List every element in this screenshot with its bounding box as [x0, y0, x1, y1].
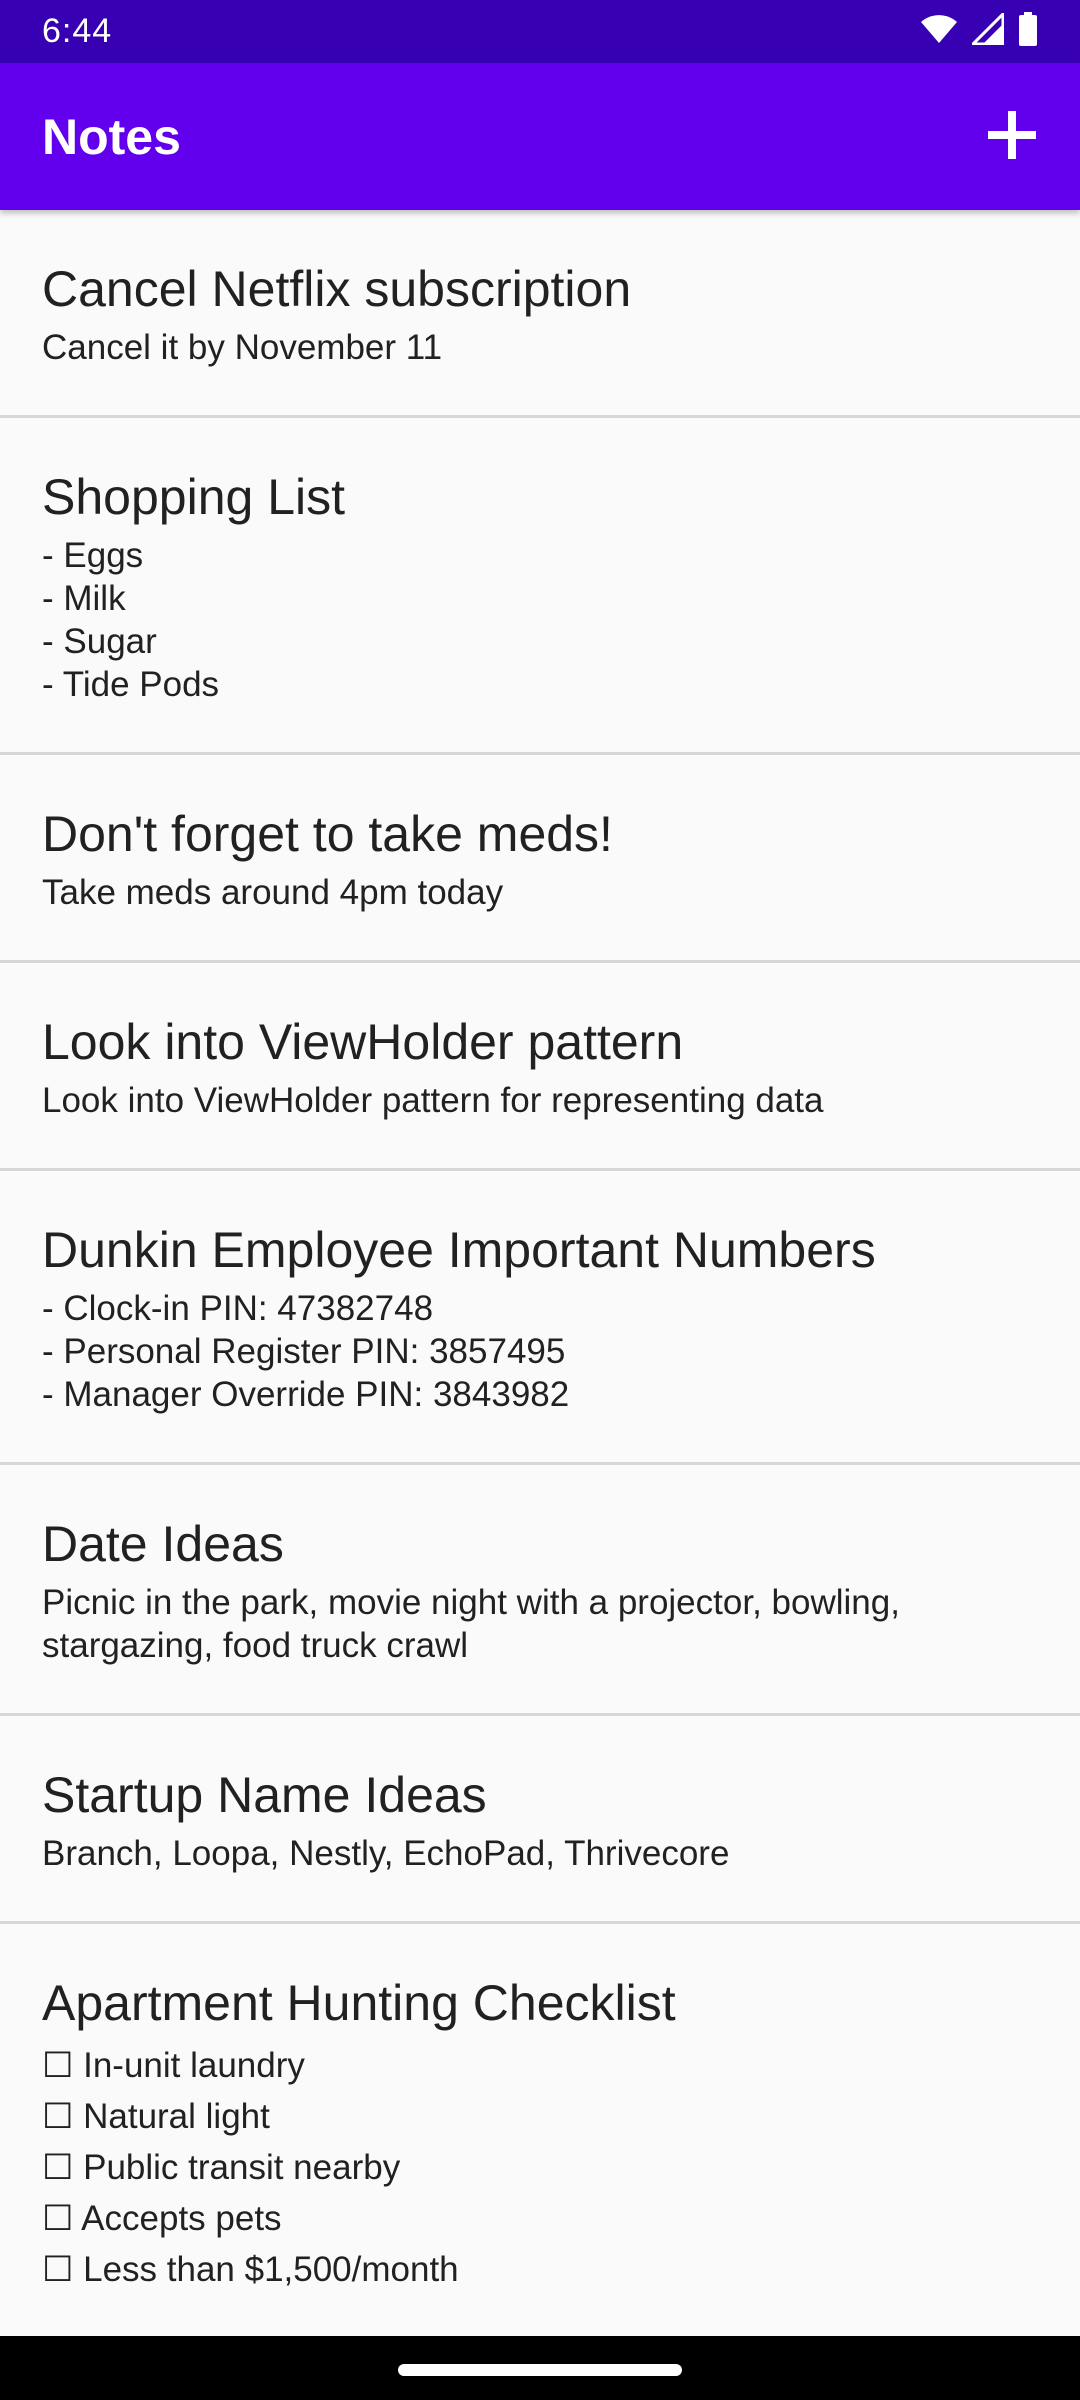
note-item[interactable]: Look into ViewHolder pattern Look into V…	[0, 963, 1080, 1171]
note-body: Look into ViewHolder pattern for represe…	[42, 1081, 824, 1120]
add-note-button[interactable]	[974, 99, 1050, 175]
note-title: Apartment Hunting Checklist	[42, 1975, 676, 2031]
plus-icon	[986, 109, 1038, 166]
note-body: Cancel it by November 11	[42, 328, 443, 367]
notes-list[interactable]: Cancel Netflix subscription Cancel it by…	[0, 210, 1080, 2336]
note-item[interactable]: Cancel Netflix subscription Cancel it by…	[0, 210, 1080, 418]
navigation-bar	[0, 2336, 1080, 2400]
note-title: Don't forget to take meds!	[42, 806, 613, 862]
status-icons	[920, 9, 1038, 51]
home-gesture-handle[interactable]	[398, 2364, 682, 2376]
note-title: Cancel Netflix subscription	[42, 261, 632, 317]
note-item[interactable]: Dunkin Employee Important Numbers - Cloc…	[0, 1171, 1080, 1465]
note-item[interactable]: Shopping List - Eggs - Milk - Sugar - Ti…	[0, 418, 1080, 755]
status-time: 6:44	[42, 12, 113, 50]
note-title: Date Ideas	[42, 1516, 284, 1572]
cellular-signal-icon	[969, 9, 1005, 50]
note-body: - Eggs - Milk - Sugar - Tide Pods	[42, 536, 220, 704]
note-item[interactable]: Don't forget to take meds! Take meds aro…	[0, 755, 1080, 963]
app-bar: Notes	[0, 63, 1080, 210]
note-title: Startup Name Ideas	[42, 1767, 487, 1823]
note-item[interactable]: Date Ideas Picnic in the park, movie nig…	[0, 1465, 1080, 1716]
status-bar: 6:44	[0, 0, 1080, 63]
note-body: ☐ In-unit laundry ☐ Natural light ☐ Publ…	[42, 2046, 459, 2289]
note-body: - Clock-in PIN: 47382748 - Personal Regi…	[42, 1289, 570, 1414]
note-item[interactable]: Startup Name Ideas Branch, Loopa, Nestly…	[0, 1716, 1080, 1924]
notes-screen: 6:44 Notes Cancel Netflix subscription C…	[0, 0, 1080, 2400]
app-title: Notes	[42, 109, 181, 165]
battery-icon	[1018, 11, 1038, 51]
note-title: Look into ViewHolder pattern	[42, 1014, 684, 1070]
note-body: Take meds around 4pm today	[42, 873, 504, 912]
note-item[interactable]: Apartment Hunting Checklist ☐ In-unit la…	[0, 1924, 1080, 2336]
note-body: Branch, Loopa, Nestly, EchoPad, Thriveco…	[42, 1834, 730, 1873]
note-body: Picnic in the park, movie night with a p…	[42, 1583, 900, 1665]
note-title: Dunkin Employee Important Numbers	[42, 1222, 876, 1278]
note-title: Shopping List	[42, 469, 346, 525]
wifi-icon	[920, 14, 958, 49]
